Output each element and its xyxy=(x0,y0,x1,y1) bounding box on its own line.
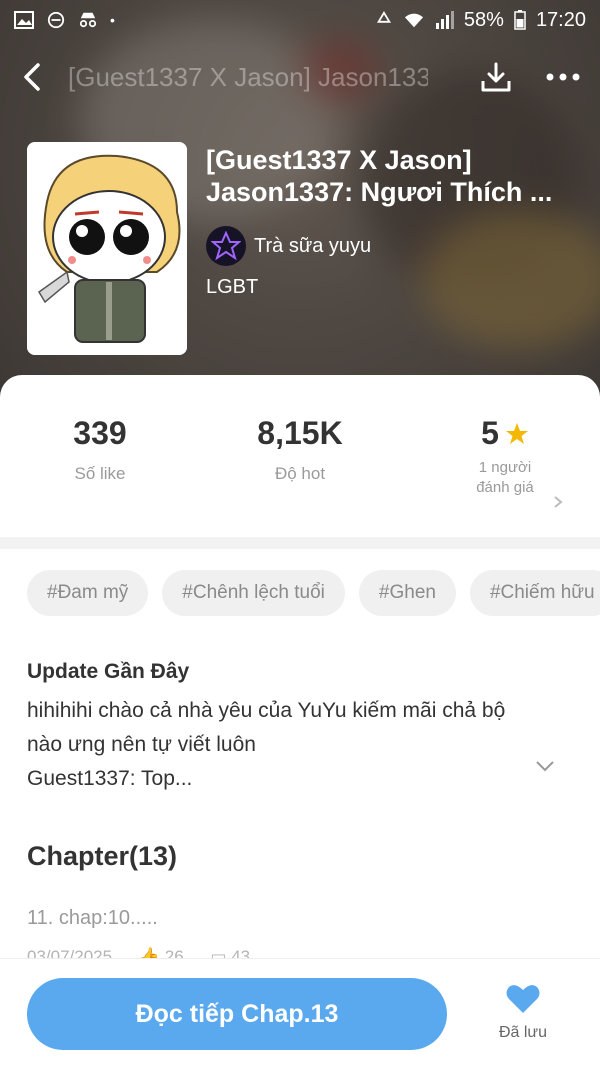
incognito-icon xyxy=(79,12,97,28)
recent-update-heading: Update Gần Đây xyxy=(27,660,190,683)
chapter-comments: 43 xyxy=(231,947,251,959)
continue-reading-button[interactable]: Đọc tiếp Chap.13 xyxy=(27,978,447,1050)
chapter-count-heading[interactable]: Chapter(13) xyxy=(27,841,177,872)
tag-chip[interactable]: #Đam mỹ xyxy=(27,570,149,616)
tag-chip[interactable]: #Ghen xyxy=(358,570,456,616)
author-avatar-emblem-icon xyxy=(211,231,241,261)
recent-update-line: nào ưng nên tự viết luôn xyxy=(27,733,256,756)
like-icon: 👍 xyxy=(138,947,160,959)
rating-stat[interactable]: 5 1 người đánh giá xyxy=(445,415,565,508)
section-divider xyxy=(0,537,600,549)
dot-icon: • xyxy=(110,12,115,28)
wifi-icon xyxy=(404,13,423,28)
author-link[interactable]: Trà sữa yuyu xyxy=(206,226,371,266)
cover-illustration xyxy=(27,142,187,355)
story-title-line-2: Jason1337: Ngươi Thích ... xyxy=(206,177,553,207)
rating-label-line-1: 1 người xyxy=(478,459,532,476)
star-icon xyxy=(505,422,528,444)
rating-value-row: 5 xyxy=(445,415,565,452)
rating-label: 1 người đánh giá xyxy=(445,458,565,498)
hot-count: 8,15K xyxy=(257,415,343,451)
tag-list: #Đam mỹ #Chênh lệch tuổi #Ghen #Chiếm hữ… xyxy=(27,570,600,616)
recycle-icon xyxy=(376,11,391,23)
likes-count: 339 xyxy=(73,415,127,451)
recent-update-text: hihihihi chào cả nhà yêu của YuYu kiếm m… xyxy=(27,694,567,796)
chapter-item-meta: 03/07/2025 👍 26 ▭ 43 xyxy=(27,947,250,959)
recent-update-section[interactable]: Update Gần Đây hihihihi chào cả nhà yêu … xyxy=(27,660,567,796)
recent-update-line: Guest1337: Top... xyxy=(27,767,193,790)
chapter-date: 03/07/2025 xyxy=(27,947,113,959)
back-arrow-icon[interactable] xyxy=(20,62,42,92)
author-avatar xyxy=(206,226,246,266)
nav-bar: [Guest1337 X Jason] Jason1337: Ngươi Thí… xyxy=(0,52,600,102)
saved-button[interactable]: Đã lưu xyxy=(478,983,568,1042)
genre-label[interactable]: LGBT xyxy=(206,276,258,299)
tag-chip[interactable]: #Chênh lệch tuổi xyxy=(162,570,345,616)
heart-icon xyxy=(506,985,540,1013)
rating-value: 5 xyxy=(481,415,499,451)
story-cover[interactable] xyxy=(27,142,187,355)
download-icon[interactable] xyxy=(480,61,512,93)
story-title: [Guest1337 X Jason] Jason1337: Ngươi Thí… xyxy=(206,144,576,208)
story-title-line-1: [Guest1337 X Jason] xyxy=(206,145,472,175)
status-bar: • 58% 17:20 xyxy=(0,0,600,40)
do-not-disturb-icon xyxy=(47,11,65,29)
rating-label-line-2: đánh giá xyxy=(476,479,534,496)
chevron-right-icon xyxy=(554,496,563,508)
chapter-likes: 26 xyxy=(164,947,184,959)
battery-icon xyxy=(514,10,526,30)
hot-stat: 8,15K Độ hot xyxy=(240,415,360,484)
hot-label: Độ hot xyxy=(274,464,326,483)
chapter-item-title[interactable]: 11. chap:10..... xyxy=(27,907,158,930)
stats-row: 339 Số like 8,15K Độ hot 5 1 người đánh … xyxy=(0,415,600,535)
comment-icon: ▭ xyxy=(210,947,227,959)
more-options-icon[interactable] xyxy=(546,72,580,82)
clock: 17:20 xyxy=(535,8,586,31)
battery-percent: 58% xyxy=(463,8,504,31)
likes-label: Số like xyxy=(74,464,126,483)
likes-stat: 339 Số like xyxy=(50,415,150,484)
bottom-action-bar: Đọc tiếp Chap.13 Đã lưu xyxy=(0,959,600,1067)
signal-icon xyxy=(435,11,454,29)
nav-title: [Guest1337 X Jason] Jason1337: Ngươi Thí… xyxy=(68,61,428,92)
recent-update-line: hihihihi chào cả nhà yêu của YuYu kiếm m… xyxy=(27,699,506,722)
gallery-icon xyxy=(14,11,34,29)
chevron-down-icon[interactable] xyxy=(535,760,555,772)
author-name: Trà sữa yuyu xyxy=(254,234,372,257)
tag-chip[interactable]: #Chiếm hữu xyxy=(469,570,600,616)
saved-label: Đã lưu xyxy=(498,1024,548,1041)
